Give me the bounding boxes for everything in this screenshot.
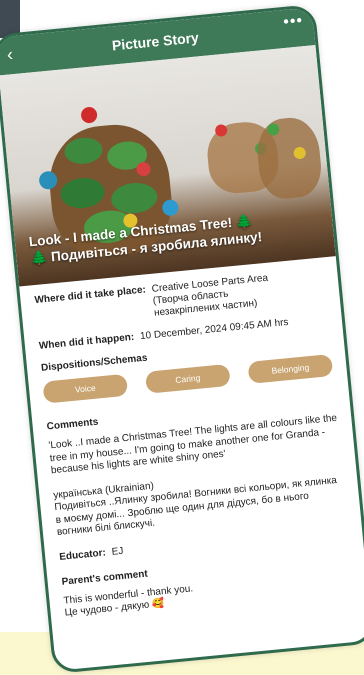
ellipsis-icon[interactable]: ••• [282, 12, 303, 32]
pompom-shape [161, 198, 180, 217]
educator-value: EJ [111, 545, 124, 558]
chip-voice[interactable]: Voice [42, 373, 129, 404]
when-label: When did it happen: [38, 331, 135, 352]
pine-cone-shape [254, 115, 324, 201]
place-value: Creative Loose Parts Area (Творча област… [151, 273, 271, 320]
page-title: Picture Story [111, 29, 200, 54]
when-value: 10 December, 2024 09:45 AM hrs [139, 316, 289, 343]
pompom-shape [80, 106, 98, 124]
chip-belonging[interactable]: Belonging [247, 353, 334, 384]
phone-frame: ‹ Picture Story ••• Look - I made a Chri… [0, 3, 364, 675]
chip-caring[interactable]: Caring [144, 363, 231, 394]
story-photo: Look - I made a Christmas Tree! 🌲 🌲 Поди… [0, 45, 336, 287]
story-details: Where did it take place: Creative Loose … [19, 256, 364, 621]
educator-label: Educator: [58, 547, 107, 563]
chevron-left-icon[interactable]: ‹ [6, 44, 14, 65]
place-label: Where did it take place: [34, 284, 147, 307]
